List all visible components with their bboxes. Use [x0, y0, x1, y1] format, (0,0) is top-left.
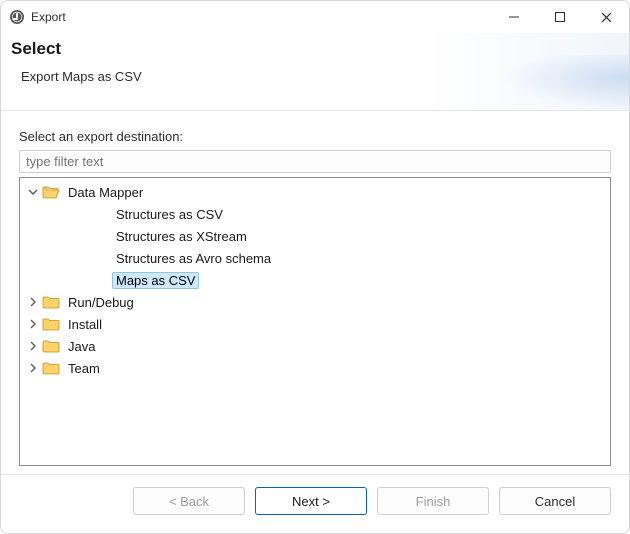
minimize-button[interactable] — [491, 1, 537, 33]
folder-icon — [42, 338, 60, 354]
tree-item-label: Java — [64, 338, 99, 355]
export-dialog: Export Select Export Maps as CSV Select … — [0, 0, 630, 534]
folder-icon — [42, 360, 60, 376]
tree-item-label: Maps as CSV — [112, 272, 199, 289]
wizard-body: Select an export destination: Data Mappe… — [1, 111, 629, 474]
cancel-button[interactable]: Cancel — [499, 487, 611, 515]
app-icon — [9, 9, 25, 25]
tree-item-label: Install — [64, 316, 106, 333]
wizard-banner: Select Export Maps as CSV — [1, 33, 629, 111]
tree-item[interactable]: Maps as CSV — [20, 269, 610, 291]
chevron-right-icon[interactable] — [26, 361, 40, 375]
destination-label: Select an export destination: — [19, 129, 611, 144]
maximize-button[interactable] — [537, 1, 583, 33]
close-button[interactable] — [583, 1, 629, 33]
tree-item[interactable]: Run/Debug — [20, 291, 610, 313]
tree-item[interactable]: Java — [20, 335, 610, 357]
wizard-footer: < Back Next > Finish Cancel — [1, 474, 629, 533]
chevron-right-icon[interactable] — [26, 295, 40, 309]
back-button: < Back — [133, 487, 245, 515]
page-subtitle: Export Maps as CSV — [21, 69, 609, 84]
tree-item-label: Data Mapper — [64, 184, 147, 201]
destination-tree: Data Mapper Structures as CSV Structures a… — [19, 177, 611, 466]
finish-button: Finish — [377, 487, 489, 515]
folder-icon — [42, 294, 60, 310]
tree-item-label: Structures as Avro schema — [112, 250, 275, 267]
window-title: Export — [31, 10, 66, 24]
tree-item-label: Structures as XStream — [112, 228, 251, 245]
tree-item[interactable]: Team — [20, 357, 610, 379]
folder-icon — [42, 316, 60, 332]
filter-input[interactable] — [19, 150, 611, 173]
tree-item-label: Team — [64, 360, 104, 377]
tree-item[interactable]: Structures as CSV — [20, 203, 610, 225]
chevron-right-icon[interactable] — [26, 317, 40, 331]
tree-item[interactable]: Data Mapper — [20, 181, 610, 203]
page-title: Select — [11, 39, 609, 59]
chevron-right-icon[interactable] — [26, 339, 40, 353]
tree-item[interactable]: Install — [20, 313, 610, 335]
chevron-down-icon[interactable] — [26, 185, 40, 199]
folder-open-icon — [42, 184, 60, 200]
titlebar: Export — [1, 1, 629, 33]
tree-item[interactable]: Structures as XStream — [20, 225, 610, 247]
next-button[interactable]: Next > — [255, 487, 367, 515]
tree-item-label: Run/Debug — [64, 294, 138, 311]
tree-item[interactable]: Structures as Avro schema — [20, 247, 610, 269]
tree-item-label: Structures as CSV — [112, 206, 227, 223]
